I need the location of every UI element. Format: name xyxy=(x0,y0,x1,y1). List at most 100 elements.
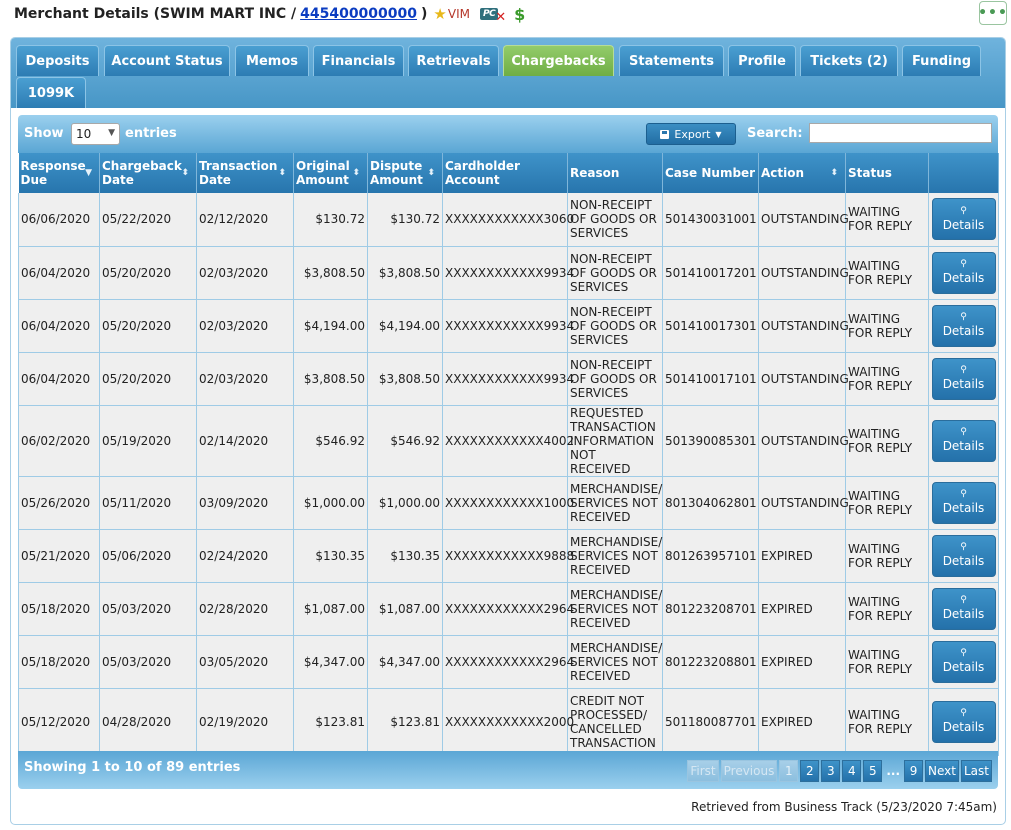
title-suffix: ) xyxy=(421,6,428,22)
col-cardholder-account[interactable]: Cardholder Account xyxy=(442,153,568,193)
cell-transaction-date: 02/03/2020 xyxy=(196,246,294,300)
col-original-amount[interactable]: Original Amount ⬍ xyxy=(293,153,368,193)
cell-dispute-amount: $1,087.00 xyxy=(367,582,443,636)
table-row: 05/12/2020 04/28/2020 02/19/2020 $123.81 $12… xyxy=(18,688,999,756)
cell-response-due: 06/02/2020 xyxy=(18,405,100,477)
details-label: Details xyxy=(942,439,985,453)
details-button[interactable]: ⚲ Details xyxy=(931,198,996,241)
cell-response-due: 05/18/2020 xyxy=(18,635,100,689)
chevron-down-icon: ▼ xyxy=(715,129,722,139)
details-button[interactable]: ⚲ Details xyxy=(931,700,996,743)
details-label: Details xyxy=(942,324,985,338)
cell-case-number: 801304062801 xyxy=(662,476,759,530)
magnifier-icon: ⚲ xyxy=(960,205,967,216)
cell-action: OUTSTANDING xyxy=(758,476,849,530)
tab-statements[interactable]: Statements xyxy=(619,45,724,76)
tab-funding[interactable]: Funding xyxy=(902,45,981,76)
table-row: 05/21/2020 05/06/2020 02/24/2020 $130.35 $13… xyxy=(18,529,999,583)
sort-icon: ⬍ xyxy=(278,168,286,178)
details-button[interactable]: ⚲ Details xyxy=(931,357,996,400)
cell-cardholder-account: XXXXXXXXXXXX1000 xyxy=(442,476,574,530)
col-transaction-date[interactable]: Transaction Date ⬍ xyxy=(196,153,294,193)
pager-ellipsis: ... xyxy=(886,764,901,778)
cell-original-amount: $4,194.00 xyxy=(293,299,368,353)
col-label: Status xyxy=(848,166,892,180)
cell-action: EXPIRED xyxy=(758,529,846,583)
tab-tickets[interactable]: Tickets (2) xyxy=(800,45,898,76)
cell-transaction-date: 02/24/2020 xyxy=(196,529,294,583)
col-status[interactable]: Status xyxy=(845,153,929,193)
col-label: Dispute Amount xyxy=(370,159,423,187)
tab-1099k[interactable]: 1099K xyxy=(16,77,86,108)
details-label: Details xyxy=(942,554,985,568)
col-response-due[interactable]: Response Due ▼ xyxy=(18,153,100,193)
details-button[interactable]: ⚲ Details xyxy=(931,251,996,294)
col-action[interactable]: Action ⬍ xyxy=(758,153,846,193)
page-4-button[interactable]: 4 xyxy=(842,760,862,782)
cell-chargeback-date: 05/03/2020 xyxy=(99,582,197,636)
cell-action: OUTSTANDING xyxy=(758,299,849,353)
cell-details: ⚲ Details xyxy=(928,476,999,530)
tab-memos[interactable]: Memos xyxy=(235,45,309,76)
cell-cardholder-account: XXXXXXXXXXXX4002 xyxy=(442,405,574,477)
entries-label: entries xyxy=(125,126,177,141)
tab-profile[interactable]: Profile xyxy=(728,45,796,76)
details-button[interactable]: ⚲ Details xyxy=(931,419,996,462)
previous-page-button: Previous xyxy=(720,760,778,782)
cell-details: ⚲ Details xyxy=(928,635,999,689)
details-label: Details xyxy=(942,660,985,674)
col-reason[interactable]: Reason xyxy=(567,153,663,193)
vim-label: VIM xyxy=(447,7,470,21)
cell-reason: MERCHANDISE/ SERVICES NOT RECEIVED xyxy=(567,476,663,530)
details-button[interactable]: ⚲ Details xyxy=(931,481,996,524)
tab-bar: Deposits Account Status Memos Financials… xyxy=(11,38,1005,108)
cell-chargeback-date: 05/19/2020 xyxy=(99,405,197,477)
col-chargeback-date[interactable]: Chargeback Date ⬍ xyxy=(99,153,197,193)
export-button[interactable]: Export ▼ xyxy=(646,123,736,145)
cell-response-due: 05/18/2020 xyxy=(18,582,100,636)
tab-chargebacks[interactable]: Chargebacks xyxy=(503,45,614,76)
chevron-down-icon: ▼ xyxy=(108,128,115,138)
tab-financials[interactable]: Financials xyxy=(313,45,404,76)
cell-dispute-amount: $4,347.00 xyxy=(367,635,443,689)
col-label: Response Due xyxy=(20,159,86,187)
tab-retrievals[interactable]: Retrievals xyxy=(408,45,499,76)
col-dispute-amount[interactable]: Dispute Amount ⬍ xyxy=(367,153,443,193)
last-page-button[interactable]: Last xyxy=(961,760,992,782)
cell-chargeback-date: 05/03/2020 xyxy=(99,635,197,689)
cell-action: OUTSTANDING xyxy=(758,405,849,477)
page-9-button[interactable]: 9 xyxy=(904,760,924,782)
details-button[interactable]: ⚲ Details xyxy=(931,304,996,347)
cell-response-due: 05/26/2020 xyxy=(18,476,100,530)
col-label: Chargeback Date xyxy=(102,159,182,187)
tab-deposits[interactable]: Deposits xyxy=(16,45,99,76)
details-button[interactable]: ⚲ Details xyxy=(931,534,996,577)
col-case-number[interactable]: Case Number xyxy=(662,153,759,193)
page-5-button[interactable]: 5 xyxy=(863,760,883,782)
page-length-select[interactable]: 10 ▼ xyxy=(71,123,120,145)
cell-action: OUTSTANDING xyxy=(758,246,849,300)
cell-case-number: 501410017301 xyxy=(662,299,759,353)
merchant-id-link[interactable]: 445400000000 xyxy=(300,6,417,22)
cell-case-number: 501410017101 xyxy=(662,352,759,406)
details-label: Details xyxy=(942,501,985,515)
page-2-button[interactable]: 2 xyxy=(800,760,820,782)
first-page-button: First xyxy=(687,760,719,782)
cell-status: WAITING FOR REPLY xyxy=(845,246,929,300)
cell-status: WAITING FOR REPLY xyxy=(845,635,929,689)
more-options-button[interactable]: ••• xyxy=(978,1,1007,25)
magnifier-icon: ⚲ xyxy=(960,708,967,718)
tab-account-status[interactable]: Account Status xyxy=(104,45,230,76)
next-page-button[interactable]: Next xyxy=(925,760,959,782)
cell-original-amount: $130.35 xyxy=(293,529,368,583)
cell-case-number: 501390085301 xyxy=(662,405,759,477)
cell-original-amount: $4,347.00 xyxy=(293,635,368,689)
cell-details: ⚲ Details xyxy=(928,405,999,477)
details-button[interactable]: ⚲ Details xyxy=(931,640,996,683)
cell-reason: MERCHANDISE/ SERVICES NOT RECEIVED xyxy=(567,529,663,583)
search-input[interactable] xyxy=(809,123,992,143)
details-button[interactable]: ⚲ Details xyxy=(931,587,996,630)
details-label: Details xyxy=(942,607,985,621)
page-3-button[interactable]: 3 xyxy=(821,760,841,782)
details-label: Details xyxy=(942,720,985,734)
